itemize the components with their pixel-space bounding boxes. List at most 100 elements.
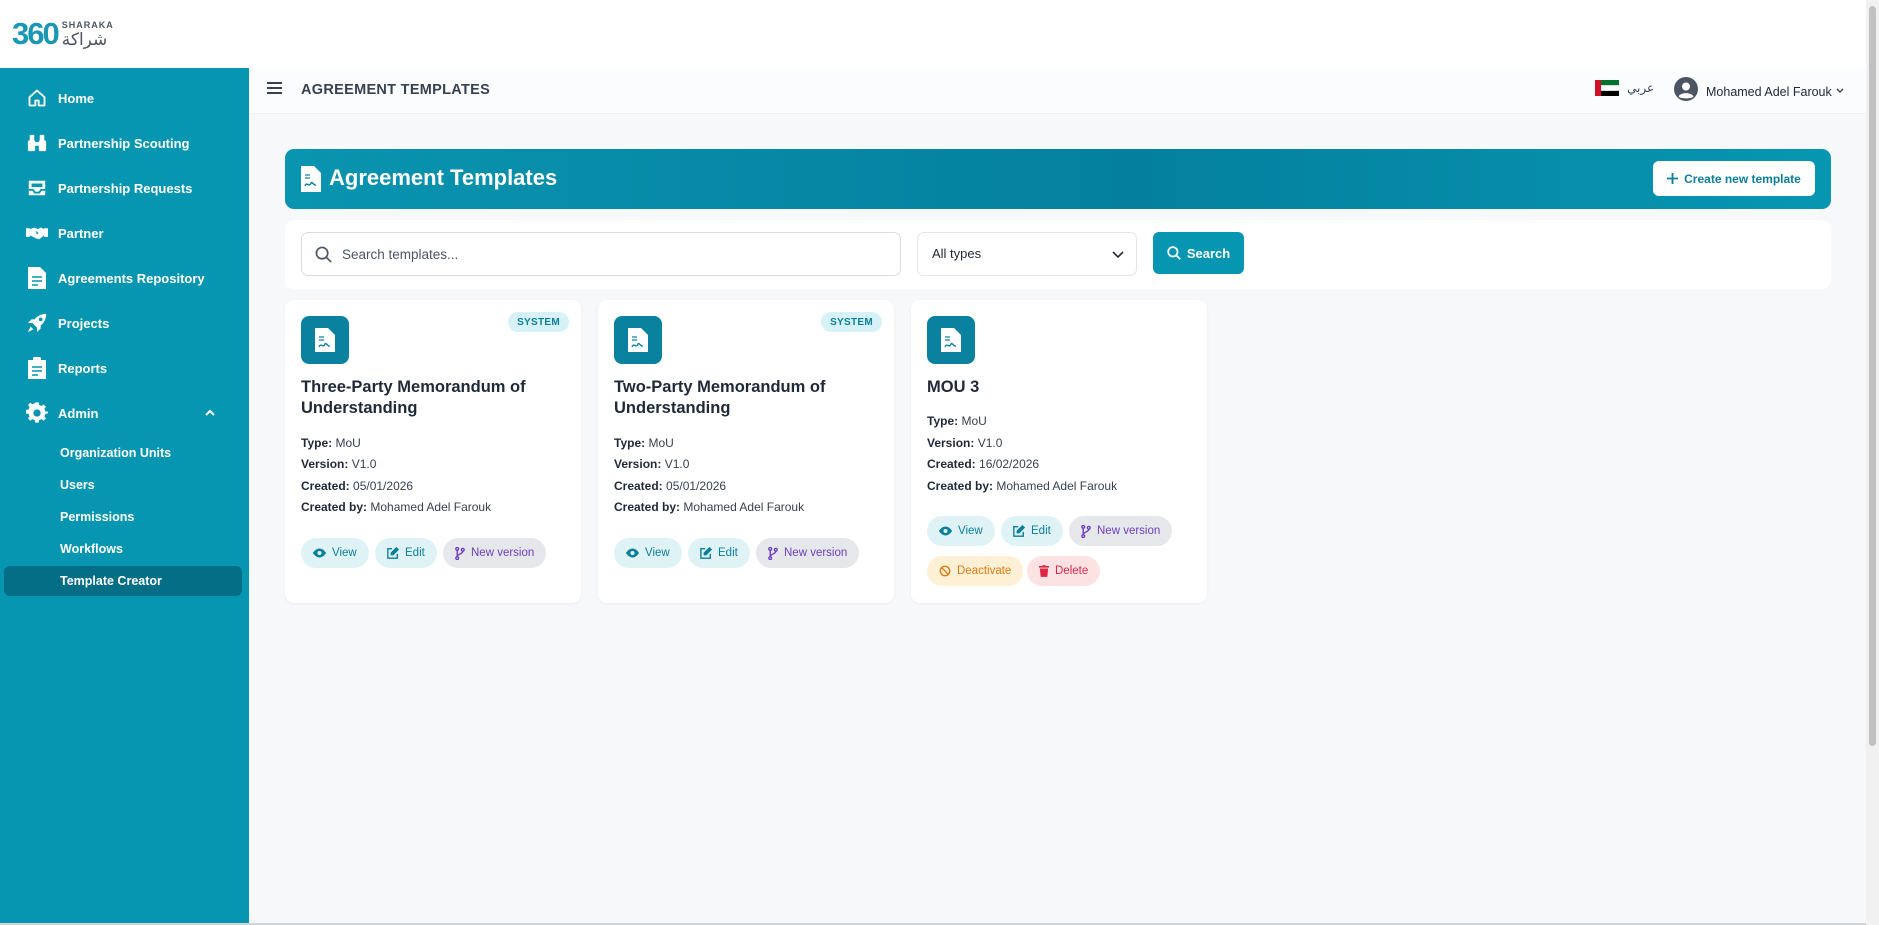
view-button[interactable]: View <box>301 538 369 568</box>
rocket-icon <box>26 312 48 334</box>
banner-title: Agreement Templates <box>329 165 558 190</box>
user-menu[interactable]: Mohamed Adel Farouk <box>1674 77 1844 106</box>
hamburger-menu-icon[interactable] <box>267 81 287 101</box>
logo-name-en: SHARAKA <box>61 19 114 30</box>
scrollbar-thumb[interactable] <box>1869 6 1876 746</box>
sidebar-item-agreements-repository[interactable]: Agreements Repository <box>0 258 249 298</box>
type-select-value: All types <box>932 246 982 261</box>
sidebar-item-partnership-scouting[interactable]: Partnership Scouting <box>0 123 249 163</box>
filter-bar: All types Search <box>285 220 1831 289</box>
template-version: Version: V1.0 <box>301 457 377 471</box>
pdf-document-icon <box>301 316 349 364</box>
sidebar-subitem-permissions[interactable]: Permissions <box>4 502 242 532</box>
sidebar-subitem-label: Organization Units <box>60 446 172 460</box>
delete-button[interactable]: Delete <box>1027 556 1101 586</box>
git-branch-icon <box>455 546 465 560</box>
template-card: SYSTEM Two-Party Memorandum of Understan… <box>598 300 894 603</box>
sidebar-item-label: Projects <box>58 315 110 331</box>
chevron-down-icon <box>1112 247 1124 265</box>
pdf-document-icon <box>927 316 975 364</box>
sidebar-subitem-users[interactable]: Users <box>4 470 242 500</box>
template-type: Type: MoU <box>614 436 674 450</box>
chevron-down-icon <box>1836 86 1844 97</box>
sidebar-item-reports[interactable]: Reports <box>0 348 249 388</box>
template-created-by: Created by: Mohamed Adel Farouk <box>301 500 492 514</box>
sidebar-item-label: Agreements Repository <box>58 270 205 286</box>
create-template-label: Create new template <box>1684 171 1801 186</box>
edit-button[interactable]: Edit <box>1001 516 1063 546</box>
template-type: Type: MoU <box>301 436 361 450</box>
sidebar-item-label: Partner <box>58 225 104 241</box>
vertical-scrollbar[interactable] <box>1866 0 1879 925</box>
view-button[interactable]: View <box>614 538 682 568</box>
edit-icon <box>1013 525 1025 537</box>
sidebar-subitem-workflows[interactable]: Workflows <box>4 534 242 564</box>
document-icon <box>26 267 48 289</box>
language-switcher[interactable]: عربي <box>1595 80 1654 96</box>
sidebar-item-label: Partnership Requests <box>58 180 193 196</box>
main-content: Agreement Templates Create new template … <box>249 114 1866 923</box>
top-header: AGREEMENT TEMPLATES عربي Mohamed Adel Fa… <box>249 68 1866 114</box>
sidebar-item-partner[interactable]: Partner <box>0 213 249 253</box>
sidebar-item-label: Reports <box>58 360 108 376</box>
search-field[interactable] <box>301 232 901 276</box>
sidebar-item-home[interactable]: Home <box>0 78 249 118</box>
chevron-up-icon[interactable] <box>204 406 216 424</box>
new-version-button[interactable]: New version <box>756 538 860 568</box>
new-version-button[interactable]: New version <box>443 538 547 568</box>
sidebar-subitem-template-creator[interactable]: Template Creator <box>4 566 242 596</box>
home-icon <box>26 87 48 109</box>
template-title: Three-Party Memorandum of Understanding <box>301 378 526 417</box>
template-version: Version: V1.0 <box>614 457 690 471</box>
sidebar-item-admin[interactable]: Admin <box>0 393 249 433</box>
language-label: عربي <box>1627 81 1655 95</box>
eye-icon <box>313 548 326 558</box>
trash-icon <box>1039 565 1049 577</box>
sidebar-item-label: Partnership Scouting <box>58 135 190 151</box>
sidebar-item-label: Admin <box>58 405 99 421</box>
template-version: Version: V1.0 <box>927 436 1003 450</box>
create-template-button[interactable]: Create new template <box>1653 161 1815 196</box>
edit-button[interactable]: Edit <box>375 538 437 568</box>
handshake-icon <box>26 222 48 244</box>
new-version-button[interactable]: New version <box>1069 516 1173 546</box>
template-title: MOU 3 <box>927 378 980 396</box>
edit-button[interactable]: Edit <box>688 538 750 568</box>
user-name: Mohamed Adel Farouk <box>1706 84 1832 99</box>
search-icon <box>315 246 332 268</box>
template-created: Created: 16/02/2026 <box>927 457 1040 471</box>
git-branch-icon <box>1081 524 1091 538</box>
deactivate-button[interactable]: Deactivate <box>927 556 1024 586</box>
edit-icon <box>700 547 712 559</box>
logo-name-ar: شراكة <box>61 29 108 49</box>
logo-number: 360 <box>12 16 60 51</box>
eye-icon <box>939 526 952 536</box>
sidebar-subitem-label: Users <box>60 478 95 492</box>
gear-icon <box>26 402 48 424</box>
template-created-by: Created by: Mohamed Adel Farouk <box>927 479 1118 493</box>
sharaka-logo[interactable]: 360 SHARAKA شراكة <box>12 16 114 52</box>
eye-icon <box>626 548 639 558</box>
plus-icon <box>1667 173 1679 184</box>
sidebar-subitem-organization-units[interactable]: Organization Units <box>4 438 242 468</box>
binoculars-icon <box>26 132 48 154</box>
search-button-label: Search <box>1186 245 1231 261</box>
view-button[interactable]: View <box>927 516 995 546</box>
search-input[interactable] <box>342 243 882 265</box>
logo-bar: 360 SHARAKA شراكة <box>0 0 1866 68</box>
template-created: Created: 05/01/2026 <box>301 479 414 493</box>
template-card: MOU 3 Type: MoU Version: V1.0 Created: 1… <box>911 300 1207 603</box>
template-created-by: Created by: Mohamed Adel Farouk <box>614 500 805 514</box>
system-badge: SYSTEM <box>508 312 569 332</box>
ban-icon <box>939 565 951 577</box>
document-icon <box>301 166 321 197</box>
git-branch-icon <box>768 546 778 560</box>
sidebar-item-projects[interactable]: Projects <box>0 303 249 343</box>
sidebar-item-partnership-requests[interactable]: Partnership Requests <box>0 168 249 208</box>
sidebar-subitem-label: Template Creator <box>60 574 162 588</box>
logo-text: SHARAKA شراكة <box>61 19 114 49</box>
template-card: SYSTEM Three-Party Memorandum of Underst… <box>285 300 581 603</box>
search-button[interactable]: Search <box>1153 232 1244 274</box>
type-select[interactable]: All types <box>917 232 1137 276</box>
edit-icon <box>387 547 399 559</box>
